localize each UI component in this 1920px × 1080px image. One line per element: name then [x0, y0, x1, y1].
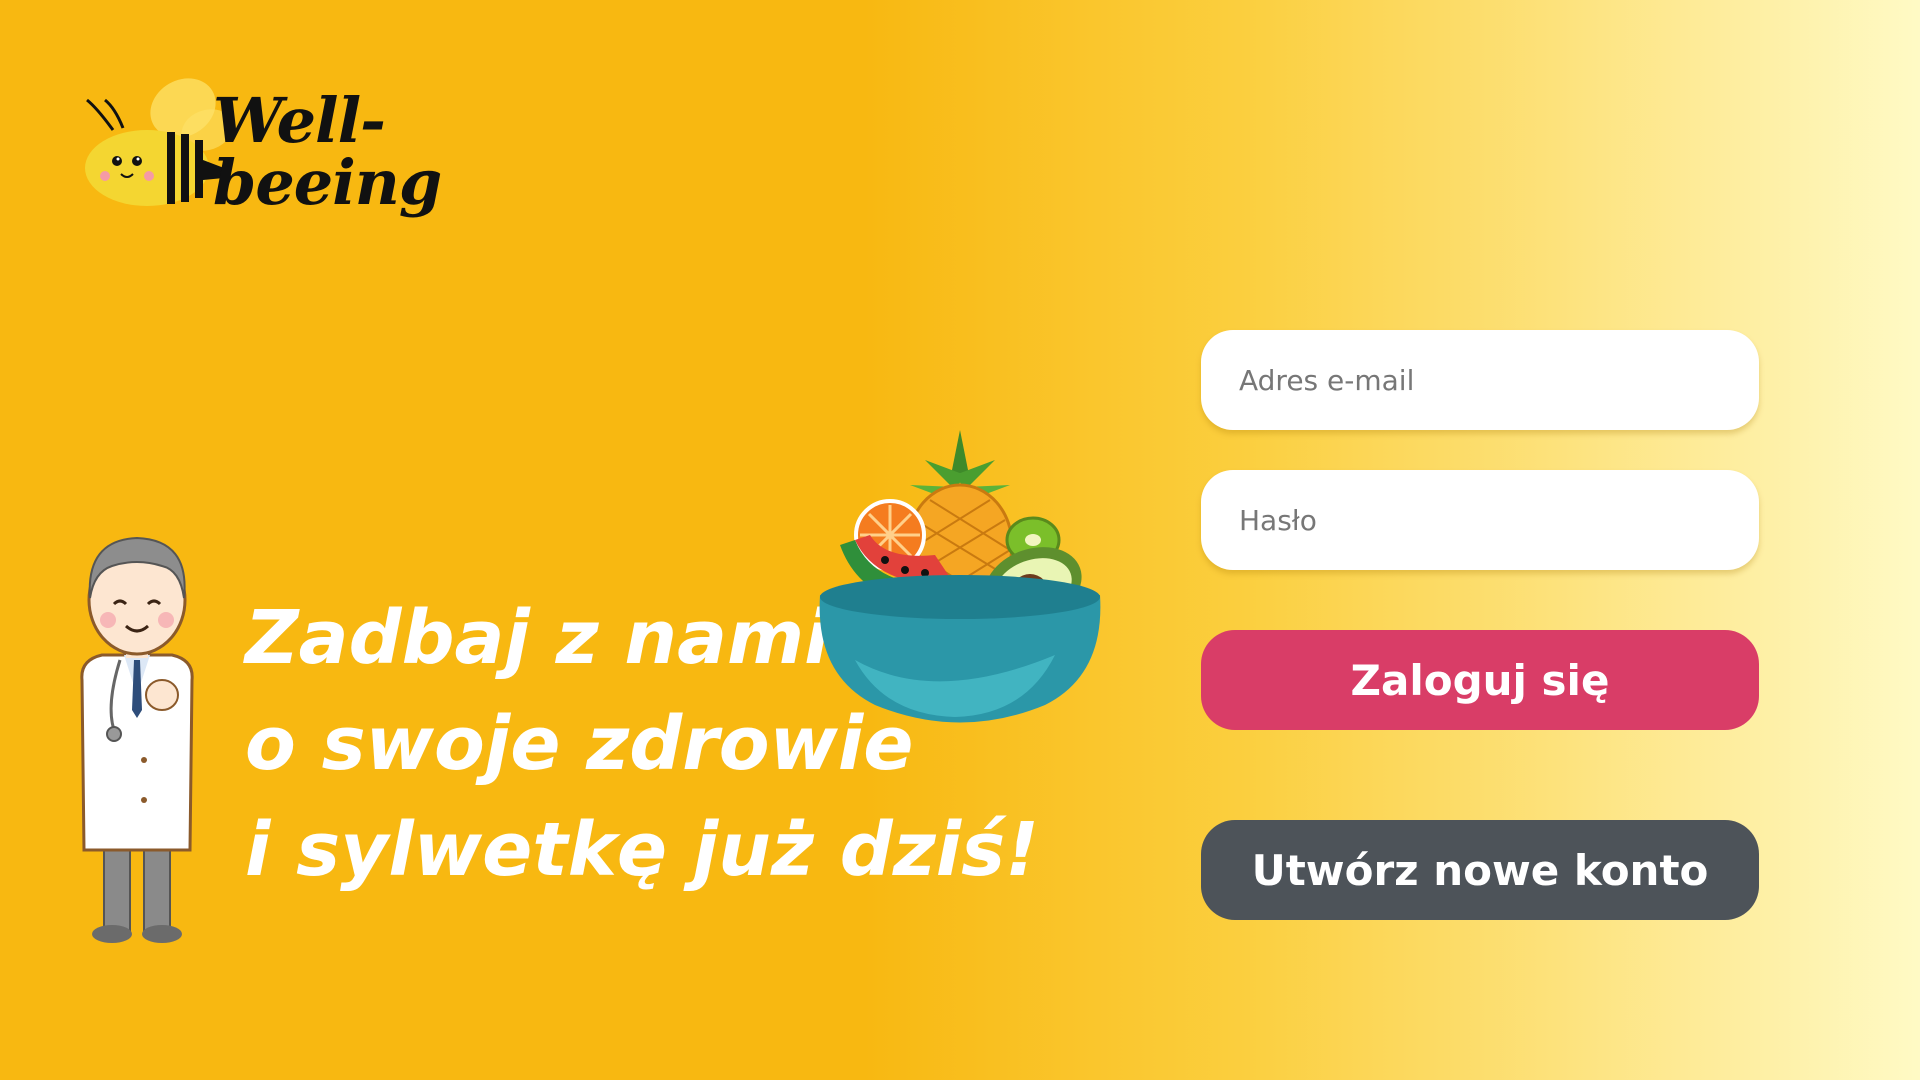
password-field[interactable]	[1201, 470, 1759, 570]
bee-logo-icon	[85, 78, 225, 206]
doctor-icon	[80, 536, 194, 943]
create-account-button[interactable]: Utwórz nowe konto	[1201, 820, 1759, 920]
headline-line-3: i sylwetkę już dziś!	[245, 807, 1039, 893]
logo-text: Well-beeing	[213, 84, 442, 219]
fruit-bowl-illustration	[815, 425, 1105, 725]
login-button[interactable]: Zaloguj się	[1201, 630, 1759, 730]
fruit-bowl-icon	[819, 430, 1101, 723]
app-logo: Well-beeing	[75, 48, 535, 214]
doctor-illustration	[62, 520, 212, 950]
email-field[interactable]	[1201, 330, 1759, 430]
